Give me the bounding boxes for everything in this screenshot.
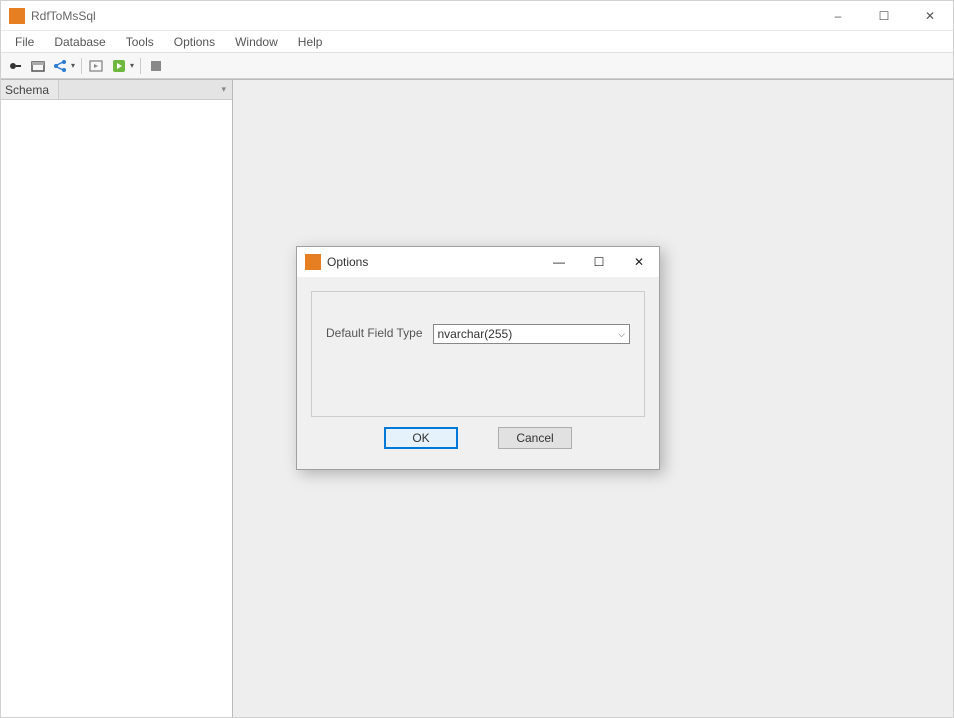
app-icon — [9, 8, 25, 24]
menubar: File Database Tools Options Window Help — [1, 31, 953, 53]
dialog-maximize-button[interactable]: ☐ — [579, 247, 619, 277]
ok-button[interactable]: OK — [384, 427, 458, 449]
chevron-down-icon: ⌵ — [618, 329, 625, 340]
run-icon[interactable] — [110, 57, 128, 75]
titlebar: RdfToMsSql – ☐ ✕ — [1, 1, 953, 31]
cancel-button[interactable]: Cancel — [498, 427, 572, 449]
schema-dropdown[interactable]: ▾ — [59, 80, 232, 99]
menu-file[interactable]: File — [7, 33, 42, 51]
minimize-button[interactable]: – — [815, 1, 861, 31]
menu-database[interactable]: Database — [46, 33, 113, 51]
menu-help[interactable]: Help — [290, 33, 331, 51]
schema-label: Schema — [1, 80, 59, 99]
schema-row: Schema ▾ — [1, 80, 232, 100]
dialog-icon — [305, 254, 321, 270]
dialog-titlebar: Options — ☐ ✕ — [297, 247, 659, 277]
maximize-button[interactable]: ☐ — [861, 1, 907, 31]
combo-value: nvarchar(255) — [438, 327, 513, 341]
stop-icon[interactable] — [147, 57, 165, 75]
share-icon[interactable] — [51, 57, 69, 75]
open-icon[interactable] — [29, 57, 47, 75]
dialog-buttons: OK Cancel — [311, 417, 645, 455]
sidebar: Schema ▾ — [1, 80, 233, 717]
options-dialog: Options — ☐ ✕ Default Field Type nvarcha… — [296, 246, 660, 470]
toolbar: ▾ ▾ — [1, 53, 953, 79]
dialog-minimize-button[interactable]: — — [539, 247, 579, 277]
default-field-type-label: Default Field Type — [326, 326, 423, 340]
app-title: RdfToMsSql — [31, 9, 815, 23]
dialog-window-controls: — ☐ ✕ — [539, 247, 659, 277]
dialog-content: Default Field Type nvarchar(255) ⌵ OK Ca… — [297, 277, 659, 469]
window-controls: – ☐ ✕ — [815, 1, 953, 31]
menu-tools[interactable]: Tools — [118, 33, 162, 51]
execute-icon[interactable] — [88, 57, 106, 75]
dialog-title: Options — [327, 255, 539, 269]
sidebar-body — [1, 100, 232, 717]
dialog-close-button[interactable]: ✕ — [619, 247, 659, 277]
field-group: Default Field Type nvarchar(255) ⌵ — [311, 291, 645, 417]
toolbar-separator — [81, 58, 82, 74]
menu-options[interactable]: Options — [166, 33, 223, 51]
toolbar-separator-2 — [140, 58, 141, 74]
close-button[interactable]: ✕ — [907, 1, 953, 31]
connect-icon[interactable] — [7, 57, 25, 75]
run-dropdown-icon[interactable]: ▾ — [130, 61, 134, 70]
menu-window[interactable]: Window — [227, 33, 286, 51]
default-field-type-combo[interactable]: nvarchar(255) ⌵ — [433, 324, 631, 344]
share-dropdown-icon[interactable]: ▾ — [71, 61, 75, 70]
